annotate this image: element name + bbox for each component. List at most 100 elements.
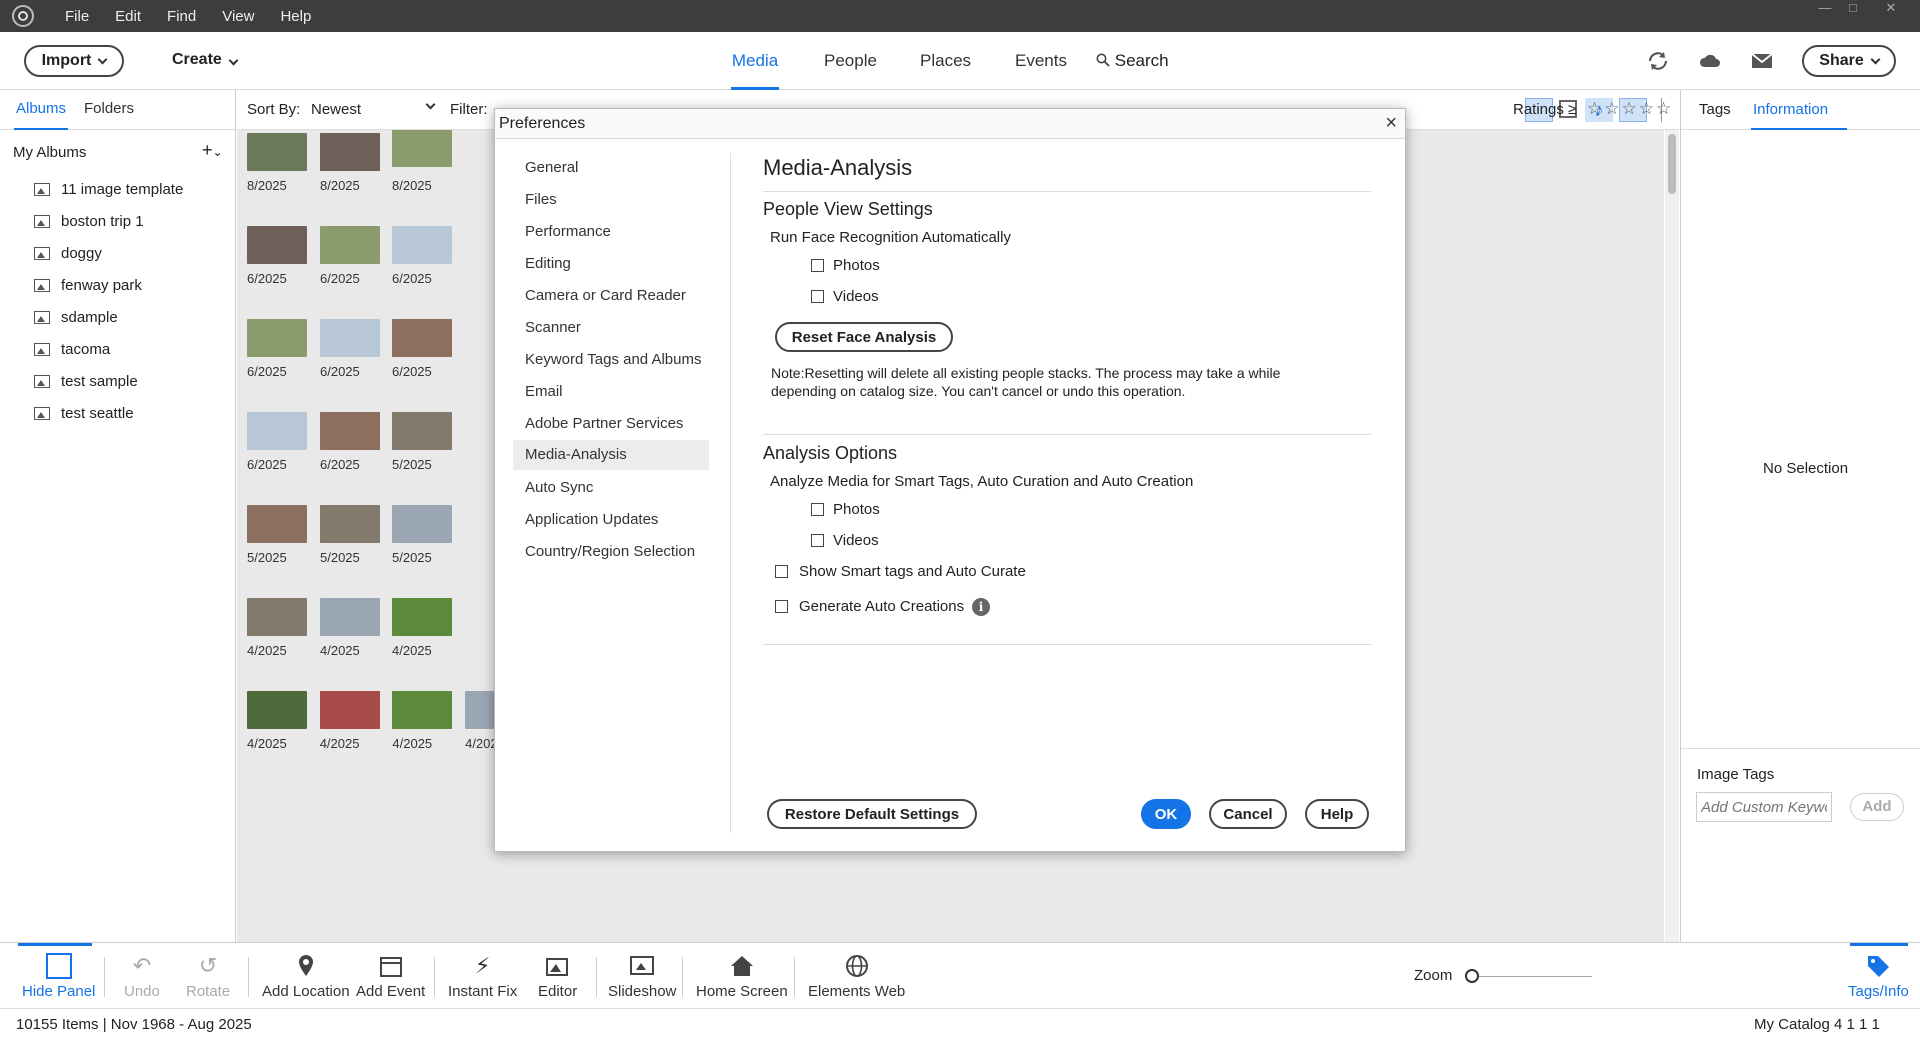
search-button[interactable]: Search [1096,32,1169,90]
minimize-icon[interactable]: — [1812,0,1838,20]
album-item[interactable]: fenway park [34,274,142,296]
import-button[interactable]: Import [24,45,124,77]
thumbnail[interactable] [320,226,380,264]
album-item[interactable]: sdample [34,306,118,328]
undo-button[interactable]: ↶ Undo [124,953,160,1000]
thumbnail[interactable] [320,598,380,636]
add-event-button[interactable]: Add Event [356,953,425,1000]
sort-select[interactable]: Newest [311,99,436,118]
pref-nav-item[interactable]: Media-Analysis [513,440,709,470]
filter-label[interactable]: Filter: [450,101,488,118]
analyze-photos-checkbox[interactable] [811,503,824,516]
menu-edit[interactable]: Edit [115,8,141,25]
tab-media[interactable]: Media [731,32,779,90]
add-location-button[interactable]: Add Location [262,953,350,1000]
maximize-icon[interactable]: □ [1840,0,1866,20]
album-item[interactable]: 11 image template [34,178,183,200]
face-photos-checkbox[interactable] [811,259,824,272]
elements-web-button[interactable]: Elements Web [808,953,905,1000]
thumbnail[interactable] [320,505,380,543]
close-icon[interactable]: × [1385,112,1397,135]
thumbnail[interactable] [247,412,307,450]
zoom-slider-handle[interactable] [1465,969,1479,983]
analyze-videos-checkbox[interactable] [811,534,824,547]
tab-places[interactable]: Places [920,32,971,90]
album-item[interactable]: test sample [34,370,138,392]
ok-button[interactable]: OK [1141,799,1191,829]
hide-panel-button[interactable]: Hide Panel [22,953,95,1000]
mail-icon[interactable] [1750,50,1774,72]
smart-tags-checkbox[interactable] [775,565,788,578]
album-item[interactable]: doggy [34,242,102,264]
pref-nav-item[interactable]: General [525,153,578,183]
thumbnail[interactable] [392,130,452,167]
thumbnail[interactable] [247,319,307,357]
tab-tags[interactable]: Tags [1699,101,1731,118]
tab-folders[interactable]: Folders [84,100,134,117]
close-window-icon[interactable]: ✕ [1878,0,1904,20]
menu-help[interactable]: Help [280,8,311,25]
thumbnail[interactable] [247,598,307,636]
restore-defaults-button[interactable]: Restore Default Settings [767,799,977,829]
menu-file[interactable]: File [65,8,89,25]
add-tag-button[interactable]: Add [1850,793,1904,821]
thumbnail[interactable] [392,691,453,729]
tab-albums[interactable]: Albums [13,100,69,130]
instant-fix-button[interactable]: ⚡ Instant Fix [448,953,517,1000]
thumbnail[interactable] [392,319,452,357]
thumbnail[interactable] [247,133,307,171]
album-item[interactable]: tacoma [34,338,110,360]
pref-nav-item[interactable]: Email [525,377,563,407]
pref-nav-item[interactable]: Auto Sync [525,473,593,503]
thumbnail[interactable] [247,691,307,729]
pref-nav-item[interactable]: Performance [525,217,611,247]
pref-nav-item[interactable]: Files [525,185,557,215]
tags-info-button[interactable]: Tags/Info [1848,953,1909,1000]
share-button[interactable]: Share [1802,45,1896,77]
face-videos-checkbox[interactable] [811,290,824,303]
pref-nav-item[interactable]: Editing [525,249,571,279]
pref-nav-item[interactable]: Camera or Card Reader [525,281,686,311]
thumbnail[interactable] [320,133,380,171]
pref-nav-item[interactable]: Scanner [525,313,581,343]
create-button[interactable]: Create [172,51,239,69]
album-item[interactable]: test seattle [34,402,134,424]
editor-button[interactable]: Editor [538,953,577,1000]
scrollbar-thumb[interactable] [1668,134,1676,194]
thumbnail[interactable] [320,412,380,450]
home-screen-button[interactable]: Home Screen [696,953,788,1000]
pref-nav-item[interactable]: Keyword Tags and Albums [525,345,702,375]
custom-keyword-input[interactable] [1696,792,1832,822]
cloud-icon[interactable] [1698,50,1722,72]
sync-icon[interactable] [1646,50,1670,72]
thumbnail[interactable] [319,691,380,729]
tab-information[interactable]: Information [1753,101,1828,118]
rotate-button[interactable]: ↺ Rotate [186,953,230,1000]
thumbnail[interactable] [392,412,452,450]
grid-scrollbar[interactable] [1665,130,1679,942]
zoom-slider-track[interactable] [1474,976,1592,977]
thumbnail[interactable] [320,319,380,357]
album-item[interactable]: boston trip 1 [34,210,144,232]
cancel-button[interactable]: Cancel [1209,799,1287,829]
pref-nav-item[interactable]: Adobe Partner Services [525,409,683,439]
info-icon[interactable]: i [972,598,990,616]
help-button[interactable]: Help [1305,799,1369,829]
thumbnail[interactable] [247,505,307,543]
thumbnail[interactable] [392,505,452,543]
pref-nav-item[interactable]: Country/Region Selection [525,537,695,567]
slideshow-button[interactable]: Slideshow [608,953,676,1000]
pref-nav-item[interactable]: Application Updates [525,505,658,535]
reset-face-analysis-button[interactable]: Reset Face Analysis [775,322,953,352]
catalog-name-text[interactable]: My Catalog 4 1 1 1 [1754,1016,1880,1033]
tab-events[interactable]: Events [1015,32,1067,90]
thumbnail[interactable] [392,226,452,264]
add-album-icon[interactable]: +⌄ [202,140,223,161]
thumbnail[interactable] [392,598,452,636]
rating-stars[interactable]: ☆☆☆☆☆ [1587,99,1673,119]
menu-find[interactable]: Find [167,8,196,25]
tab-people[interactable]: People [824,32,877,90]
auto-creations-checkbox[interactable] [775,600,788,613]
menu-view[interactable]: View [222,8,254,25]
thumbnail[interactable] [247,226,307,264]
